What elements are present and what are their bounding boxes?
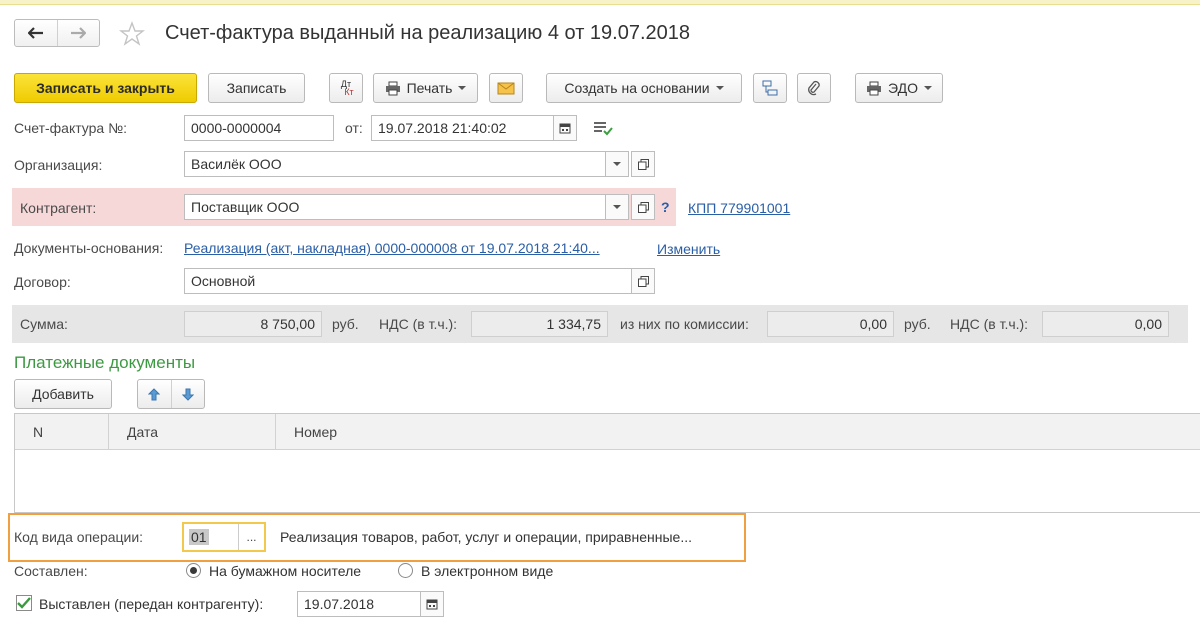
issued-label: Выставлен (передан контрагенту): [39, 596, 264, 612]
payments-section-title: Платежные документы [14, 353, 196, 372]
payments-table[interactable]: N Дата Номер [14, 413, 1200, 513]
operation-code-field[interactable]: 01 ... [182, 522, 266, 552]
issued-date-calendar-button[interactable] [420, 591, 444, 617]
top-accent-line [0, 0, 1200, 5]
commission-vat-value: 0,00 [1042, 311, 1169, 337]
print-label: Печать [406, 80, 453, 96]
sum-value: 8 750,00 [184, 311, 322, 337]
print-button[interactable]: Печать [373, 73, 478, 103]
create-based-on-button[interactable]: Создать на основании [546, 73, 742, 103]
organization-label: Организация: [14, 157, 103, 173]
invoice-date-calendar-button[interactable] [553, 115, 577, 141]
radio-electronic-label[interactable]: В электронном виде [421, 563, 553, 579]
chevron-down-icon [923, 86, 932, 90]
radio-paper[interactable] [186, 563, 201, 578]
commission-vat-label: НДС (в т.ч.): [950, 316, 1029, 332]
email-button[interactable] [489, 73, 523, 103]
contract-field[interactable]: Основной [184, 268, 632, 294]
basis-document-link[interactable]: Реализация (акт, накладная) 0000-000008 … [184, 240, 600, 256]
invoice-date-field[interactable]: 19.07.2018 21:40:02 [371, 115, 554, 141]
vat-label: НДС (в т.ч.): [379, 316, 458, 332]
contractor-field[interactable]: Поставщик ООО [184, 194, 606, 220]
radio-electronic[interactable] [398, 563, 413, 578]
organization-open-button[interactable] [631, 151, 655, 177]
sum-currency: руб. [332, 316, 359, 332]
structure-icon [762, 80, 778, 96]
page-title: Счет-фактура выданный на реализацию 4 от… [165, 22, 691, 44]
back-button[interactable] [15, 20, 57, 46]
column-header-n[interactable]: N [15, 414, 109, 449]
contract-open-button[interactable] [631, 268, 655, 294]
forward-button[interactable] [56, 20, 100, 46]
calendar-icon [559, 123, 571, 134]
printer-icon [385, 81, 400, 95]
add-payment-button[interactable]: Добавить [14, 379, 112, 409]
navigation-buttons [14, 19, 100, 47]
contractor-label: Контрагент: [20, 200, 97, 216]
operation-code-value: 01 [189, 529, 209, 545]
open-form-icon [637, 201, 649, 213]
radio-selected-dot [190, 567, 197, 574]
move-buttons [137, 379, 205, 409]
column-header-number[interactable]: Номер [276, 414, 1200, 449]
contractor-open-button[interactable] [631, 194, 655, 220]
chevron-down-icon [613, 162, 621, 166]
invoice-number-label: Счет-фактура №: [14, 120, 128, 136]
envelope-icon [497, 82, 515, 94]
operation-code-description: Реализация товаров, работ, услуг и опера… [280, 529, 692, 545]
column-header-date[interactable]: Дата [109, 414, 276, 449]
document-status-icon[interactable] [593, 120, 613, 136]
checkmark-icon [17, 597, 31, 609]
from-label: от: [345, 120, 363, 136]
commission-value: 0,00 [767, 311, 894, 337]
chevron-down-icon [613, 205, 621, 209]
chevron-down-icon [458, 86, 467, 90]
payments-table-header: N Дата Номер [15, 414, 1200, 450]
arrow-right-icon [71, 27, 87, 39]
chevron-down-icon [715, 86, 724, 90]
composed-label: Составлен: [14, 563, 88, 579]
issued-checkbox[interactable] [16, 595, 32, 611]
radio-paper-label[interactable]: На бумажном носителе [209, 563, 361, 579]
edo-button[interactable]: ЭДО [855, 73, 943, 103]
vat-value: 1 334,75 [471, 311, 608, 337]
dt-kt-button[interactable]: Дт Кт [329, 73, 363, 103]
help-icon[interactable]: ? [661, 199, 670, 215]
attach-button[interactable] [797, 73, 831, 103]
basis-documents-label: Документы-основания: [14, 240, 164, 256]
edo-icon [867, 81, 882, 95]
operation-code-value-area[interactable]: 01 [184, 524, 238, 550]
arrow-left-icon [27, 27, 43, 39]
calendar-icon [426, 599, 438, 610]
favorite-star-icon[interactable] [118, 20, 146, 48]
commission-currency: руб. [904, 316, 931, 332]
kpp-link[interactable]: КПП 779901001 [688, 200, 790, 216]
create-based-on-label: Создать на основании [564, 80, 710, 96]
sum-label: Сумма: [20, 316, 68, 332]
operation-code-label: Код вида операции: [14, 529, 144, 545]
arrow-down-icon [181, 388, 194, 401]
arrow-up-icon [148, 387, 161, 400]
save-and-close-button[interactable]: Записать и закрыть [14, 73, 197, 103]
open-form-icon [637, 275, 649, 287]
change-basis-link[interactable]: Изменить [657, 241, 720, 257]
open-form-icon [637, 158, 649, 170]
issued-date-field[interactable]: 19.07.2018 [297, 591, 421, 617]
paperclip-icon [808, 80, 820, 96]
edo-label: ЭДО [888, 80, 918, 96]
commission-label: из них по комиссии: [620, 316, 749, 332]
kt-label: Кт [344, 87, 354, 97]
move-up-button[interactable] [138, 380, 171, 408]
save-button[interactable]: Записать [208, 73, 305, 103]
organization-dropdown-button[interactable] [605, 151, 629, 177]
organization-field[interactable]: Василёк ООО [184, 151, 606, 177]
contractor-dropdown-button[interactable] [605, 194, 629, 220]
move-down-button[interactable] [170, 380, 205, 408]
invoice-number-field[interactable]: 0000-0000004 [184, 115, 334, 141]
contract-label: Договор: [14, 274, 71, 290]
dt-kt-icon: Дт Кт [338, 80, 354, 97]
operation-code-select-button[interactable]: ... [238, 524, 264, 550]
structure-button[interactable] [753, 73, 787, 103]
